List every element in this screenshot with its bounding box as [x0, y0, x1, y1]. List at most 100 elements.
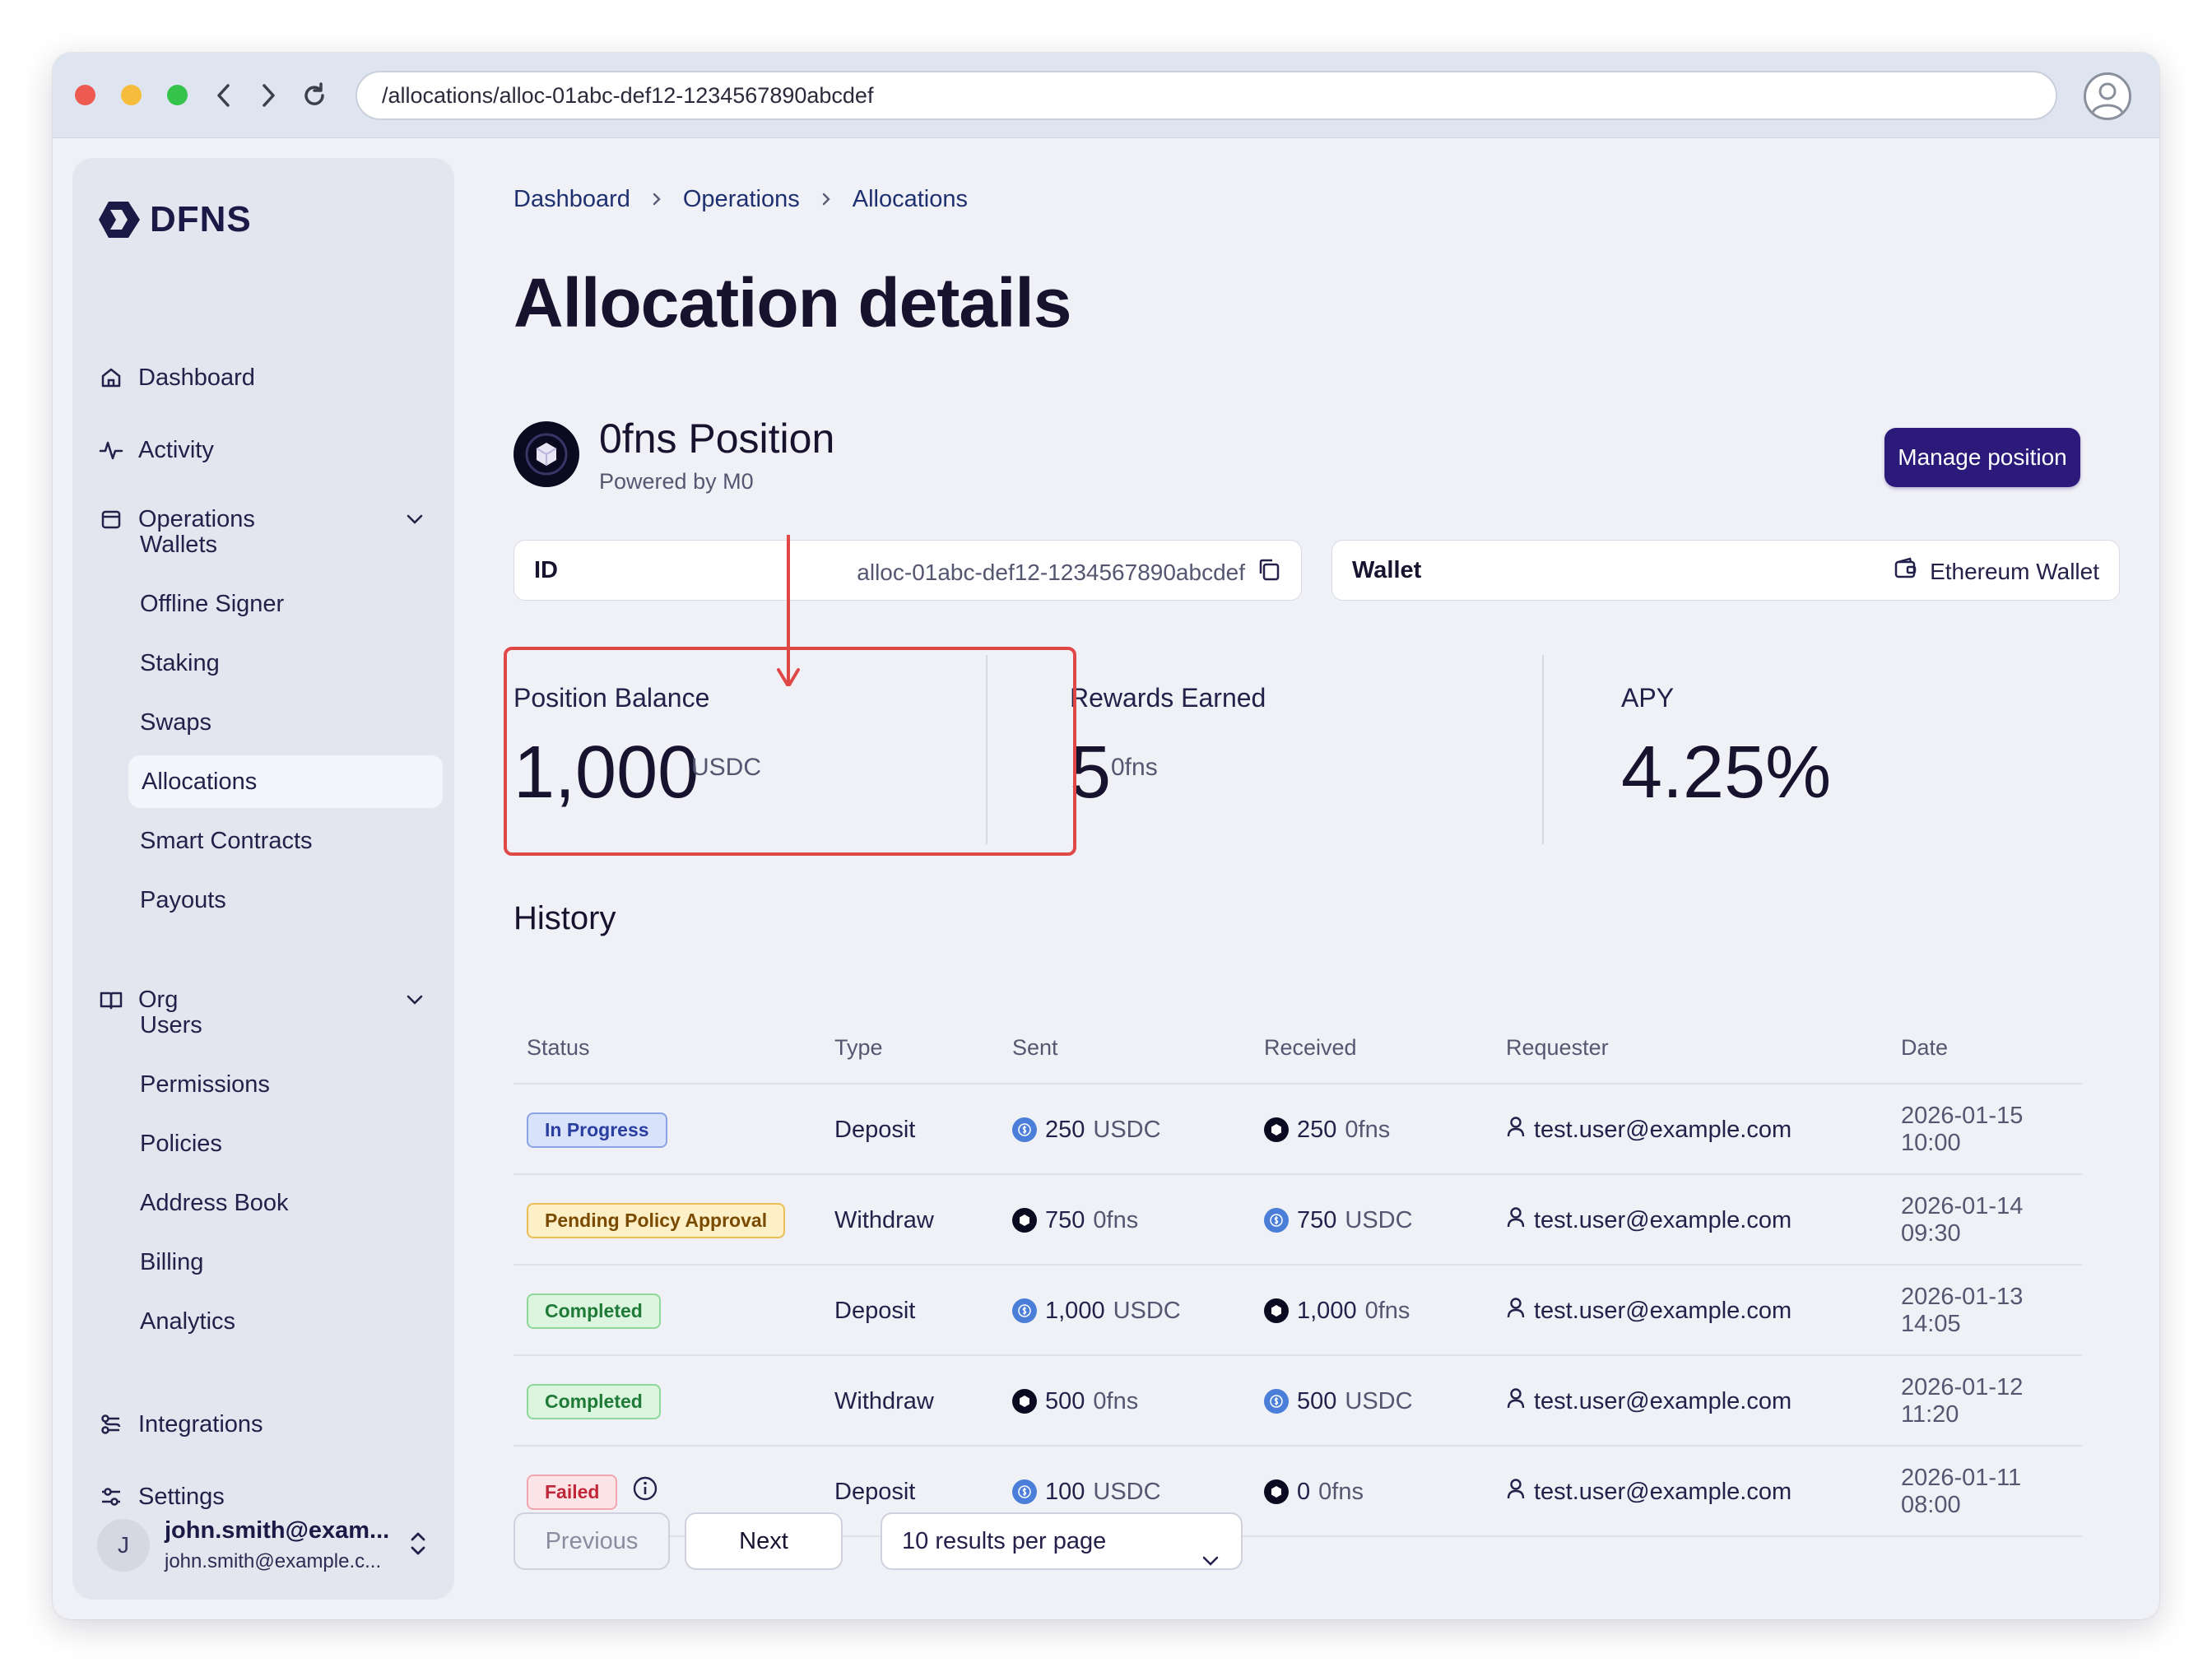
breadcrumb: Dashboard Operations Allocations: [514, 186, 968, 213]
sent-amount: 500: [1045, 1387, 1085, 1414]
user-menu[interactable]: J john.smith@exam... john.smith@example.…: [97, 1512, 443, 1578]
stat-divider: [1542, 655, 1544, 844]
sidebar-item-analytics[interactable]: Analytics: [127, 1295, 441, 1348]
requester-email: test.user@example.com: [1534, 1206, 1792, 1233]
breadcrumb-allocations[interactable]: Allocations: [853, 186, 968, 213]
reload-icon[interactable]: [298, 77, 331, 114]
status-badge: Failed: [527, 1474, 618, 1510]
breadcrumb-dashboard[interactable]: Dashboard: [514, 186, 630, 213]
received-unit: USDC: [1345, 1387, 1413, 1414]
date-cell: 2026-01-15 10:00: [1901, 1103, 2024, 1156]
sent-unit: USDC: [1093, 1478, 1161, 1505]
position-title: 0fns Position: [599, 416, 835, 462]
sidebar-item-payouts[interactable]: Payouts: [127, 874, 441, 927]
type-cell: Deposit: [834, 1116, 916, 1143]
copy-icon[interactable]: [1257, 557, 1281, 588]
user-icon: [1506, 1205, 1526, 1235]
sidebar-item-wallets[interactable]: Wallets: [127, 518, 441, 571]
column-sent: Sent: [1012, 1035, 1058, 1060]
received-amount: 1,000: [1297, 1297, 1357, 1324]
status-badge: Pending Policy Approval: [527, 1202, 786, 1238]
info-icon[interactable]: [632, 1475, 658, 1508]
sidebar-item-swaps[interactable]: Swaps: [127, 696, 441, 749]
annotation-arrow: [777, 535, 800, 686]
date-cell: 2026-01-14 09:30: [1901, 1193, 2024, 1247]
wallet-link[interactable]: Ethereum Wallet: [1894, 557, 2099, 586]
sidebar-item-settings[interactable]: Settings: [99, 1476, 225, 1517]
column-type: Type: [834, 1035, 883, 1060]
minimize-window-button[interactable]: [121, 85, 142, 105]
table-row[interactable]: Pending Policy Approval Withdraw 750 0fn…: [514, 1175, 2082, 1266]
type-cell: Deposit: [834, 1297, 916, 1324]
activity-icon: [99, 438, 123, 462]
sidebar-item-address-book[interactable]: Address Book: [127, 1177, 441, 1229]
received-amount: 0: [1297, 1478, 1311, 1505]
maximize-window-button[interactable]: [167, 85, 188, 105]
date-cell: 2026-01-13 14:05: [1901, 1284, 2024, 1337]
breadcrumb-operations[interactable]: Operations: [683, 186, 800, 213]
previous-button[interactable]: Previous: [514, 1512, 670, 1570]
requester-email: test.user@example.com: [1534, 1387, 1792, 1414]
user-email: john.smith@example.c...: [165, 1550, 382, 1572]
sidebar-item-staking[interactable]: Staking: [127, 637, 441, 690]
sidebar-item-billing[interactable]: Billing: [127, 1236, 441, 1289]
sidebar-label-settings: Settings: [138, 1483, 225, 1510]
results-per-page-select[interactable]: 10 results per page: [881, 1512, 1243, 1570]
received-unit: 0fns: [1345, 1116, 1391, 1143]
table-row[interactable]: Completed Deposit 1,000 USDC 1,000 0fns …: [514, 1266, 2082, 1356]
type-cell: Withdraw: [834, 1387, 934, 1414]
received-amount: 750: [1297, 1206, 1337, 1233]
logo-text: DFNS: [150, 199, 252, 239]
sidebar-item-dashboard[interactable]: Dashboard: [99, 357, 255, 398]
chevron-up-down-icon[interactable]: [408, 1529, 428, 1563]
sidebar-item-offline-signer[interactable]: Offline Signer: [127, 578, 441, 630]
0fns-icon: [1264, 1117, 1289, 1142]
sent-unit: USDC: [1093, 1116, 1161, 1143]
sent-amount: 1,000: [1045, 1297, 1105, 1324]
sidebar-item-integrations[interactable]: Integrations: [99, 1404, 263, 1445]
table-row[interactable]: Completed Withdraw 500 0fns 500 USDC tes…: [514, 1356, 2082, 1447]
wallet-card: Wallet Ethereum Wallet: [1331, 540, 2120, 601]
0fns-icon: [1012, 1208, 1037, 1233]
usdc-icon: [1012, 1117, 1037, 1142]
sent-unit: 0fns: [1093, 1206, 1139, 1233]
avatar: J: [97, 1519, 150, 1572]
dfns-logo[interactable]: DFNS: [97, 199, 252, 240]
back-icon[interactable]: [207, 77, 240, 114]
next-button[interactable]: Next: [685, 1512, 843, 1570]
sidebar-label-integrations: Integrations: [138, 1410, 263, 1437]
received-unit: USDC: [1345, 1206, 1413, 1233]
user-icon: [1506, 1115, 1526, 1145]
sent-amount: 750: [1045, 1206, 1085, 1233]
sidebar-item-users[interactable]: Users: [127, 999, 441, 1052]
usdc-icon: [1012, 1298, 1037, 1323]
table-row[interactable]: In Progress Deposit 250 USDC 250 0fns te…: [514, 1084, 2082, 1175]
sidebar-item-permissions[interactable]: Permissions: [127, 1058, 441, 1111]
forward-icon[interactable]: [252, 77, 285, 114]
operations-icon: [99, 507, 123, 532]
status-badge: In Progress: [527, 1112, 667, 1148]
user-icon: [1506, 1296, 1526, 1326]
received-unit: 0fns: [1364, 1297, 1410, 1324]
table-header: Status Type Sent Received Requester Date: [514, 994, 2082, 1084]
usdc-icon: [1264, 1389, 1289, 1414]
chevron-down-icon: [1201, 1532, 1220, 1586]
rewards-earned-label: Rewards Earned: [1070, 683, 1266, 713]
type-cell: Withdraw: [834, 1206, 934, 1233]
requester-email: test.user@example.com: [1534, 1297, 1792, 1324]
page-title: Allocation details: [514, 264, 1071, 341]
user-icon: [1506, 1386, 1526, 1416]
manage-position-button[interactable]: Manage position: [1884, 428, 2080, 487]
sidebar-item-policies[interactable]: Policies: [127, 1117, 441, 1170]
close-window-button[interactable]: [75, 85, 95, 105]
chevron-right-icon: [821, 187, 831, 212]
column-received: Received: [1264, 1035, 1357, 1060]
received-amount: 500: [1297, 1387, 1337, 1414]
sent-unit: USDC: [1113, 1297, 1181, 1324]
sidebar-item-smart-contracts[interactable]: Smart Contracts: [127, 815, 441, 867]
apy-value: 4.25%: [1621, 732, 1832, 814]
sidebar-item-allocations[interactable]: Allocations: [128, 755, 443, 808]
dfns-logo-icon: [99, 202, 140, 238]
sidebar-item-activity[interactable]: Activity: [99, 430, 214, 471]
chevron-right-icon: [652, 187, 662, 212]
